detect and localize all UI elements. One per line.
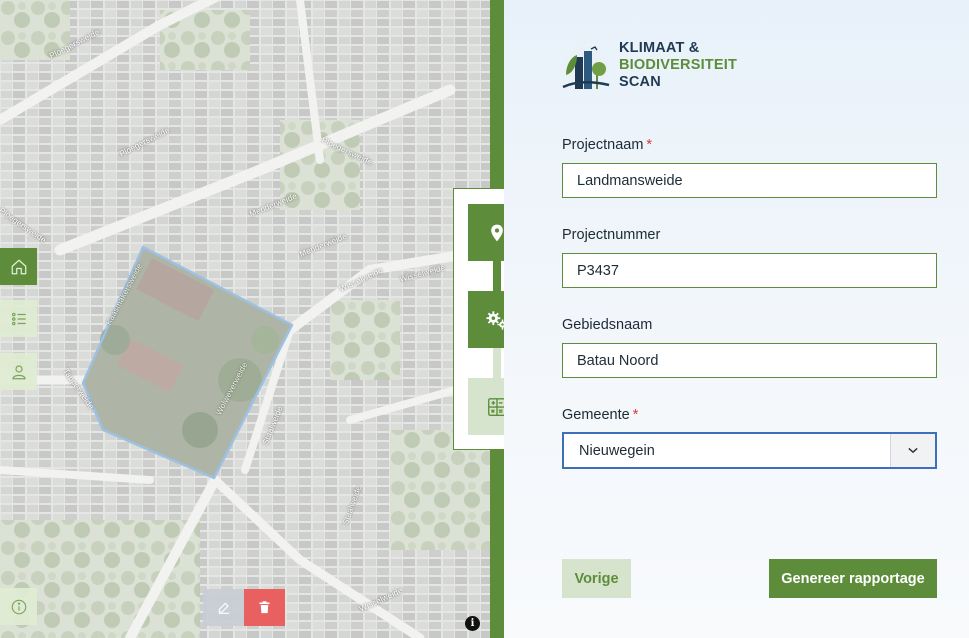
trash-icon: [259, 601, 270, 614]
user-button[interactable]: [0, 353, 37, 390]
edit-icon: [218, 602, 229, 614]
gemeente-select[interactable]: Nieuwegein: [562, 432, 937, 469]
projectnaam-label-text: Projectnaam: [562, 137, 644, 153]
gemeente-selected-value: Nieuwegein: [579, 442, 655, 459]
info-icon: i: [470, 618, 475, 629]
logo-line-2: BIODIVERSITEIT: [619, 57, 738, 73]
info-circle-icon: [11, 599, 26, 614]
required-marker: *: [632, 407, 639, 423]
logo-icon: [562, 45, 610, 90]
projectnummer-input[interactable]: [562, 253, 937, 288]
logo-line-1: KLIMAAT &: [619, 40, 700, 56]
step-connector: [493, 261, 501, 293]
home-button[interactable]: [0, 248, 37, 285]
step-connector: [493, 347, 501, 379]
home-icon: [11, 259, 26, 274]
projectnummer-label: Projectnummer: [562, 227, 660, 243]
list-icon: [11, 312, 26, 325]
previous-button[interactable]: Vorige: [562, 559, 631, 598]
logo-line-3: SCAN: [619, 74, 661, 90]
gebiedsnaam-label-text: Gebiedsnaam: [562, 317, 653, 333]
generate-report-button[interactable]: Genereer rapportage: [769, 559, 937, 598]
gemeente-label: Gemeente *: [562, 407, 638, 423]
list-button[interactable]: [0, 300, 37, 337]
projectnaam-input[interactable]: [562, 163, 937, 198]
gebiedsnaam-input[interactable]: [562, 343, 937, 378]
project-form-panel: KLIMAAT & BIODIVERSITEIT SCAN Projectnaa…: [504, 0, 969, 638]
gemeente-dropdown-toggle[interactable]: [890, 434, 935, 467]
map-view[interactable]: Ploegersweide Ploegersweide Ploegersweid…: [0, 0, 490, 638]
delete-shape-button[interactable]: [244, 589, 285, 626]
map-attribution-button[interactable]: i: [465, 616, 480, 631]
gebiedsnaam-label: Gebiedsnaam: [562, 317, 652, 333]
aerial-map: [0, 0, 490, 638]
info-button[interactable]: [0, 588, 37, 625]
gemeente-label-text: Gemeente: [562, 407, 630, 423]
required-marker: *: [646, 137, 653, 153]
chevron-down-icon: [908, 447, 918, 454]
edit-shape-button[interactable]: [203, 589, 244, 626]
projectnummer-label-text: Projectnummer: [562, 227, 661, 243]
projectnaam-label: Projectnaam *: [562, 137, 652, 153]
app-logo: KLIMAAT & BIODIVERSITEIT SCAN: [561, 40, 737, 91]
user-icon: [11, 364, 26, 379]
